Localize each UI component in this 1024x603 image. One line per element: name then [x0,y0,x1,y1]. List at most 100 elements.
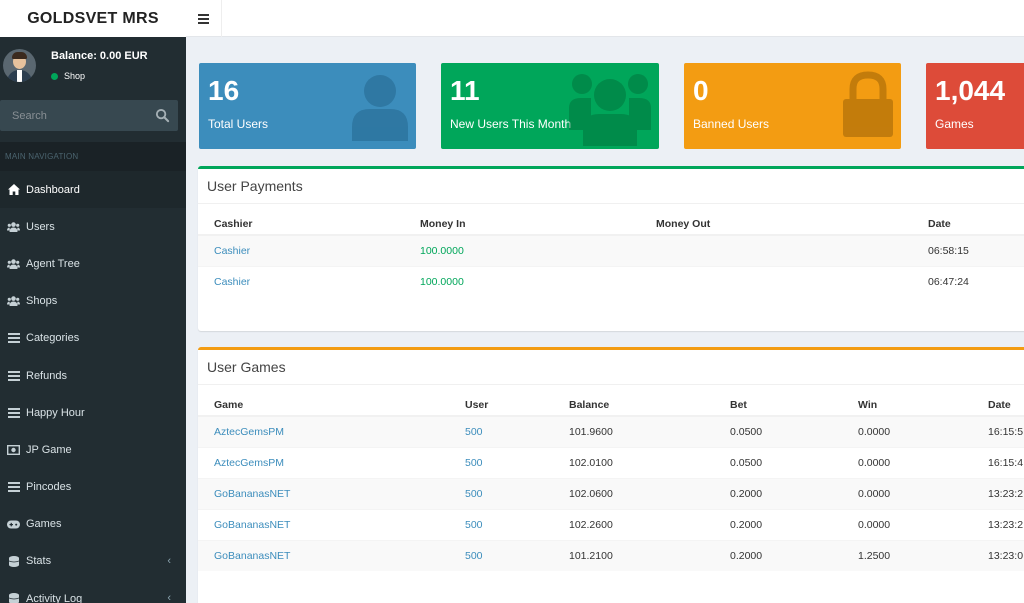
table-row: GoBananasNET 500 101.2100 0.2000 1.2500 … [198,539,1024,571]
sidebar-item-jp-game[interactable]: JP Game [0,431,186,468]
search-form [0,100,178,131]
search-icon[interactable] [155,108,170,123]
column-header: Game [198,385,449,417]
sidebar-item-stats[interactable]: Stats ‹ [0,543,186,580]
sidebar-item-label: Categories [26,332,80,345]
sidebar-item-users[interactable]: Users [0,208,186,245]
column-header: Bet [714,385,842,417]
box-title: User Games [198,350,1024,385]
money-out [640,234,912,266]
chevron-left-icon: ‹ [167,554,171,567]
nav-header: MAIN NAVIGATION [0,142,186,171]
user-payments-box: User Payments Cashier Money In Money Out… [198,166,1024,331]
sidebar-item-activity-log[interactable]: Activity Log ‹ [0,580,186,603]
game-link[interactable]: GoBananasNET [214,550,290,562]
main-content: 16 Total Users 11 New Users This Month 0… [186,38,1024,603]
money-in: 100.0000 [404,265,640,297]
cashier-link[interactable]: Cashier [214,245,250,257]
sidebar-item-label: Stats [26,555,52,568]
users-icon [569,74,651,146]
user-link[interactable]: 500 [465,457,483,469]
win-cell: 0.0000 [842,508,972,540]
column-header: Win [842,385,972,417]
money-in: 100.0000 [404,234,640,266]
user-link[interactable]: 500 [465,426,483,438]
box-title: User Payments [198,169,1024,204]
sidebar-item-refunds[interactable]: Refunds [0,357,186,394]
sidebar-item-label: JP Game [26,443,72,456]
users-icon [7,257,20,270]
column-header: Money In [404,204,640,236]
sidebar-menu: Dashboard Users Agent Tree Shops Categor… [0,171,186,603]
stat-label: New Users This Month [450,117,572,131]
win-cell: 0.0000 [842,446,972,478]
stat-value: 11 [450,75,480,106]
app-logo[interactable]: GOLDSVET MRS [0,0,186,37]
avatar [3,49,36,82]
column-header: Date [972,385,1024,417]
stat-new-users[interactable]: 11 New Users This Month [441,63,659,149]
date-cell: 06:47:24 [912,265,1024,297]
stat-games[interactable]: 1,044 Games [926,63,1024,149]
stat-total-users[interactable]: 16 Total Users [199,63,416,149]
sidebar-item-label: Activity Log [26,592,83,603]
money-out [640,265,912,297]
game-link[interactable]: GoBananasNET [214,488,290,500]
user-link[interactable]: 500 [465,519,483,531]
column-header: Money Out [640,204,912,236]
sidebar-item-label: Dashboard [26,183,80,196]
sidebar-item-shops[interactable]: Shops [0,283,186,320]
games-table: Game User Balance Bet Win Date AztecGems… [198,385,1024,571]
date-cell: 13:23:2 [972,477,1024,509]
date-cell: 16:15:5 [972,415,1024,447]
user-link[interactable]: 500 [465,488,483,500]
sidebar-item-categories[interactable]: Categories [0,320,186,357]
home-icon [7,183,20,196]
balance-cell: 101.9600 [553,415,714,447]
search-input[interactable] [0,100,145,131]
bet-cell: 0.0500 [714,446,842,478]
game-link[interactable]: AztecGemsPM [214,457,284,469]
balance-text: Balance: 0.00 EUR [51,50,148,62]
sidebar-item-agent-tree[interactable]: Agent Tree [0,245,186,282]
stat-banned-users[interactable]: 0 Banned Users [684,63,901,149]
win-cell: 0.0000 [842,415,972,447]
users-icon [7,295,20,308]
bet-cell: 0.2000 [714,508,842,540]
stat-value: 0 [693,75,709,106]
table-row: Cashier 100.0000 06:58:15 [198,234,1024,266]
sidebar-item-label: Shops [26,295,58,308]
win-cell: 1.2500 [842,539,972,571]
sidebar-item-dashboard[interactable]: Dashboard [0,171,186,209]
column-header: Balance [553,385,714,417]
user-link[interactable]: 500 [465,550,483,562]
sidebar-item-happy-hour[interactable]: Happy Hour [0,394,186,431]
column-header: Date [912,204,1024,236]
sidebar-toggle-button[interactable] [186,0,222,37]
user-icon [352,75,408,141]
sidebar-item-label: Happy Hour [26,406,85,419]
sidebar-item-games[interactable]: Games [0,506,186,543]
game-link[interactable]: AztecGemsPM [214,426,284,438]
table-row: AztecGemsPM 500 101.9600 0.0500 0.0000 1… [198,415,1024,447]
top-navbar [186,0,1024,37]
win-cell: 0.0000 [842,477,972,509]
chevron-left-icon: ‹ [167,592,171,603]
stat-label: Banned Users [693,117,770,131]
user-games-box: User Games Game User Balance Bet Win Dat… [198,347,1024,603]
date-cell: 13:23:0 [972,539,1024,571]
list-icon [7,481,20,494]
payments-table: Cashier Money In Money Out Date Cashier … [198,204,1024,297]
cashier-link[interactable]: Cashier [214,276,250,288]
database-icon [7,592,20,603]
date-cell: 16:15:4 [972,446,1024,478]
sidebar-item-pincodes[interactable]: Pincodes [0,469,186,506]
bars-icon [198,13,209,24]
balance-cell: 102.2600 [553,508,714,540]
status-badge: Shop [51,71,85,81]
balance-cell: 102.0100 [553,446,714,478]
column-header: User [449,385,553,417]
game-link[interactable]: GoBananasNET [214,519,290,531]
date-cell: 13:23:2 [972,508,1024,540]
sidebar-item-label: Users [26,220,55,233]
